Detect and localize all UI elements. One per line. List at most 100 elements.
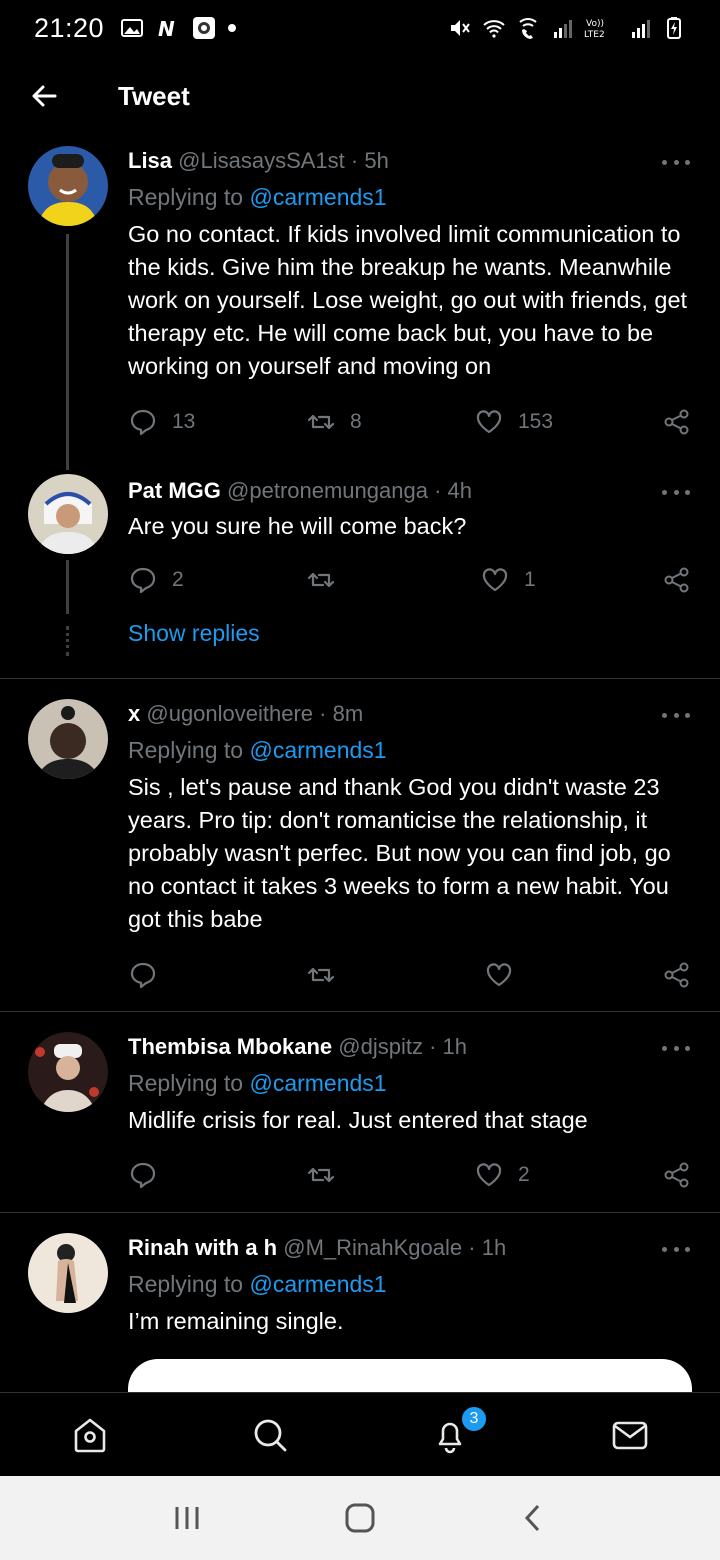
nav-messages[interactable] <box>540 1393 720 1477</box>
tweet-time: · 4h <box>434 478 472 503</box>
recent-apps-icon <box>175 1507 199 1529</box>
reply-button[interactable] <box>128 960 172 990</box>
author-name[interactable]: Lisa <box>128 148 172 173</box>
author-name[interactable]: Pat MGG <box>128 478 221 503</box>
replying-to-link[interactable]: @carmends1 <box>249 184 386 210</box>
heart-icon <box>486 963 512 987</box>
retweet-button[interactable] <box>306 960 350 990</box>
messages-icon <box>612 1421 648 1450</box>
tweet-time: · 1h <box>468 1235 507 1260</box>
recent-apps-button[interactable] <box>147 1488 227 1548</box>
retweet-button[interactable] <box>306 1160 350 1190</box>
top-bar: Tweet <box>0 60 720 132</box>
tweet-header: Lisa @LisasaysSA1st · 5h <box>128 146 692 176</box>
nav-notifications[interactable]: 3 <box>360 1393 540 1477</box>
replying-to-label: Replying to <box>128 1271 250 1297</box>
chevron-left-icon <box>525 1504 540 1532</box>
home-circle-icon <box>345 1503 375 1533</box>
share-icon <box>664 962 689 988</box>
show-replies-link[interactable]: Show replies <box>128 620 260 647</box>
nav-search[interactable] <box>180 1393 360 1477</box>
author-name[interactable]: Thembisa Mbokane <box>128 1034 332 1059</box>
reply-icon <box>130 962 156 989</box>
tweet-time: · 8m <box>319 701 364 726</box>
like-button[interactable]: 2 <box>474 1160 530 1190</box>
battery-charging-icon <box>667 17 681 39</box>
thread-line <box>66 234 69 470</box>
svg-text:N: N <box>158 17 175 40</box>
arrow-left-icon <box>32 85 57 107</box>
tweet-lisa[interactable]: Lisa @LisasaysSA1st · 5h Replying to @ca… <box>0 140 720 470</box>
share-icon <box>664 1162 689 1188</box>
back-button[interactable] <box>0 60 88 132</box>
avatar[interactable] <box>28 699 108 779</box>
netflix-icon: N <box>158 17 175 40</box>
reply-icon <box>130 409 156 436</box>
wifi-icon <box>483 20 505 38</box>
share-button[interactable] <box>662 565 692 595</box>
replying-to-link[interactable]: @carmends1 <box>249 1271 386 1297</box>
tweet-thembisa-mbokane[interactable]: Thembisa Mbokane @djspitz · 1h Replying … <box>0 1012 720 1212</box>
share-button[interactable] <box>662 407 692 437</box>
signal-2-icon <box>632 20 650 38</box>
avatar[interactable] <box>28 474 108 554</box>
like-button[interactable] <box>484 960 528 990</box>
gallery-icon <box>121 19 144 37</box>
svg-text:LTE2: LTE2 <box>584 30 605 40</box>
tweet-text: Sis , let's pause and thank God you didn… <box>128 774 671 932</box>
author-handle[interactable]: @LisasaysSA1st <box>178 148 345 173</box>
tweet-header: Pat MGG @petronemunganga · 4h <box>128 476 692 506</box>
replying-to-label: Replying to <box>128 184 250 210</box>
reply-button[interactable] <box>128 1160 172 1190</box>
share-button[interactable] <box>662 960 692 990</box>
home-system-button[interactable] <box>320 1488 400 1548</box>
search-icon <box>254 1419 287 1452</box>
reply-count: 2 <box>172 568 184 591</box>
replying-to: Replying to @carmends1 <box>128 1066 692 1100</box>
heart-icon <box>476 410 502 434</box>
retweet-button[interactable]: 8 <box>306 407 362 437</box>
tweet-text: I’m remaining single. <box>128 1308 344 1334</box>
tweet-actions: 13 8 153 <box>128 402 692 442</box>
tweet-actions <box>128 955 692 995</box>
author-name[interactable]: Rinah with a h <box>128 1235 277 1260</box>
home-icon <box>74 1418 106 1453</box>
author-handle[interactable]: @M_RinahKgoale <box>283 1235 462 1260</box>
retweet-count: 8 <box>350 410 362 433</box>
tweet-pat-mgg[interactable]: Pat MGG @petronemunganga · 4h Are you su… <box>0 470 720 680</box>
thread-dotted-line <box>66 626 69 656</box>
author-handle[interactable]: @djspitz <box>338 1034 423 1059</box>
notification-badge: 3 <box>460 1405 488 1433</box>
tweet-header: x @ugonloveithere · 8m <box>128 699 692 729</box>
like-count: 1 <box>524 568 536 591</box>
avatar[interactable] <box>28 1032 108 1112</box>
replying-to-label: Replying to <box>128 1070 250 1096</box>
reply-icon <box>130 567 156 594</box>
tweet-header: Rinah with a h @M_RinahKgoale · 1h <box>128 1233 692 1263</box>
replying-to: Replying to @carmends1 <box>128 180 692 214</box>
reply-count: 13 <box>172 410 196 433</box>
nav-home[interactable] <box>0 1393 180 1477</box>
heart-icon <box>476 1163 502 1187</box>
share-button[interactable] <box>662 1160 692 1190</box>
back-system-button[interactable] <box>493 1488 573 1548</box>
retweet-button[interactable] <box>306 565 350 595</box>
author-handle[interactable]: @ugonloveithere <box>146 701 313 726</box>
author-handle[interactable]: @petronemunganga <box>227 478 428 503</box>
tweet-actions: 2 <box>128 1155 692 1195</box>
tweet-rinah[interactable]: Rinah with a h @M_RinahKgoale · 1h Reply… <box>0 1213 720 1392</box>
replying-to-link[interactable]: @carmends1 <box>249 1070 386 1096</box>
svg-text:Vo)): Vo)) <box>586 19 604 29</box>
replies-feed[interactable]: Lisa @LisasaysSA1st · 5h Replying to @ca… <box>0 140 720 1392</box>
media-card[interactable] <box>128 1359 692 1392</box>
reply-button[interactable]: 13 <box>128 407 195 437</box>
tweet-x[interactable]: x @ugonloveithere · 8m Replying to @carm… <box>0 679 720 1011</box>
reply-button[interactable]: 2 <box>128 565 184 595</box>
avatar[interactable] <box>28 146 108 226</box>
replying-to-link[interactable]: @carmends1 <box>249 737 386 763</box>
like-button[interactable]: 1 <box>480 565 536 595</box>
like-button[interactable]: 153 <box>474 407 553 437</box>
avatar[interactable] <box>28 1233 108 1313</box>
author-name[interactable]: x <box>128 701 140 726</box>
retweet-icon <box>307 572 335 588</box>
